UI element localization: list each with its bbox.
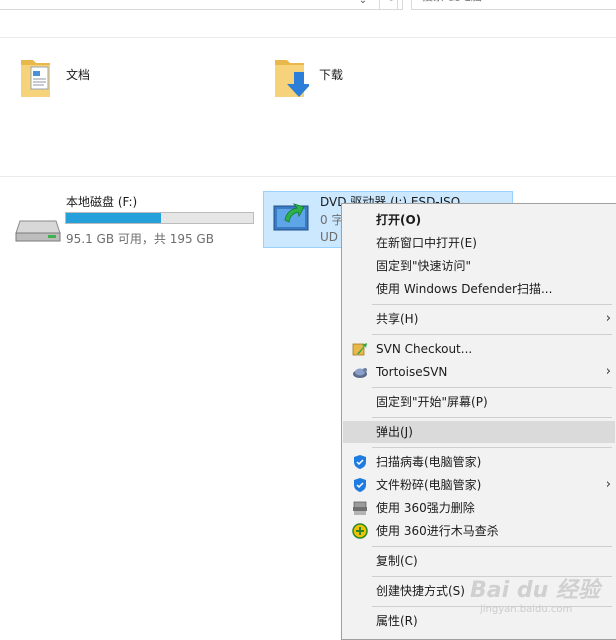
menu-item-label: 弹出(J) xyxy=(376,425,413,439)
menu-separator xyxy=(372,334,612,335)
drive-usage-bar xyxy=(65,212,254,224)
menu-item-pin-start[interactable]: 固定到"开始"屏幕(P) xyxy=(343,391,615,413)
menu-item-label: TortoiseSVN xyxy=(376,365,448,379)
drive-name: 本地磁盘 (F:) xyxy=(66,195,138,209)
menu-item-label: 扫描病毒(电脑管家) xyxy=(376,455,482,469)
menu-separator xyxy=(372,546,612,547)
menu-item-label: SVN Checkout... xyxy=(376,342,473,356)
menu-item-label: 复制(C) xyxy=(376,554,418,568)
menu-item-svn-checkout[interactable]: SVN Checkout... xyxy=(343,338,615,360)
menu-item-tortoisesvn[interactable]: TortoiseSVN › xyxy=(343,361,615,383)
drive-detail: 0 字 xyxy=(320,213,344,227)
baidu-watermark: Bai du 经验 xyxy=(470,578,600,603)
hard-drive-icon xyxy=(15,220,61,242)
menu-item-copy[interactable]: 复制(C) xyxy=(343,550,615,572)
toolbar: ⌄ ↻ 搜索"此电脑" xyxy=(0,0,616,12)
drive-local-f[interactable]: 本地磁盘 (F:) 95.1 GB 可用，共 195 GB xyxy=(14,193,259,248)
downloads-folder-icon xyxy=(275,60,309,97)
chevron-down-icon[interactable]: ⌄ xyxy=(356,0,370,8)
menu-separator xyxy=(372,417,612,418)
folder-documents[interactable]: 文档 xyxy=(18,56,218,106)
baidu-watermark-url: jingyan.baidu.com xyxy=(480,604,573,615)
drive-usage-fill xyxy=(66,213,162,223)
menu-item-label: 共享(H) xyxy=(376,312,419,326)
folder-downloads[interactable]: 下载 xyxy=(273,56,473,106)
address-bar[interactable] xyxy=(0,0,398,10)
menu-item-label: 属性(R) xyxy=(376,614,418,628)
shredder-icon xyxy=(353,501,367,515)
menu-item-360-delete[interactable]: 使用 360强力删除 xyxy=(343,497,615,519)
menu-item-label: 使用 360强力删除 xyxy=(376,501,475,515)
drive-usage-text: 95.1 GB 可用，共 195 GB xyxy=(66,232,214,246)
antivirus-360-icon xyxy=(352,523,368,539)
menu-item-label: 创建快捷方式(S) xyxy=(376,584,465,598)
folder-label: 下载 xyxy=(319,68,344,82)
menu-item-label: 使用 Windows Defender扫描... xyxy=(376,282,553,296)
chevron-right-icon: › xyxy=(605,311,611,326)
menu-separator xyxy=(372,387,612,388)
menu-item-pin-quick-access[interactable]: 固定到"快速访问" xyxy=(343,255,615,277)
menu-item-360-trojan-scan[interactable]: 使用 360进行木马查杀 xyxy=(343,520,615,542)
shield-icon xyxy=(354,478,366,492)
menu-item-file-shred[interactable]: 文件粉碎(电脑管家) › xyxy=(343,474,615,496)
section-divider xyxy=(0,37,616,38)
menu-item-open[interactable]: 打开(O) xyxy=(343,209,615,231)
shield-icon xyxy=(354,455,366,469)
menu-item-properties[interactable]: 属性(R) xyxy=(343,610,615,632)
menu-separator xyxy=(372,447,612,448)
menu-item-share[interactable]: 共享(H) › xyxy=(343,308,615,330)
menu-item-label: 在新窗口中打开(E) xyxy=(376,236,477,250)
menu-item-label: 固定到"快速访问" xyxy=(376,259,472,273)
svn-checkout-icon xyxy=(352,343,367,356)
menu-item-virus-scan[interactable]: 扫描病毒(电脑管家) xyxy=(343,451,615,473)
tortoisesvn-icon xyxy=(353,368,367,378)
menu-item-defender-scan[interactable]: 使用 Windows Defender扫描... xyxy=(343,278,615,300)
menu-item-label: 打开(O) xyxy=(376,213,422,227)
folder-label: 文档 xyxy=(66,68,91,82)
menu-item-label: 使用 360进行木马查杀 xyxy=(376,524,499,538)
search-input[interactable]: 搜索"此电脑" xyxy=(411,0,616,10)
menu-item-label: 固定到"开始"屏幕(P) xyxy=(376,395,488,409)
dvd-drive-icon xyxy=(273,203,309,231)
menu-separator xyxy=(372,304,612,305)
section-divider xyxy=(0,176,616,177)
drive-filesystem: UD xyxy=(320,230,339,244)
chevron-right-icon: › xyxy=(605,477,611,492)
menu-item-open-new-window[interactable]: 在新窗口中打开(E) xyxy=(343,232,615,254)
chevron-right-icon: › xyxy=(605,364,611,379)
menu-item-label: 文件粉碎(电脑管家) xyxy=(376,478,482,492)
documents-folder-icon xyxy=(21,60,50,97)
refresh-button[interactable]: ↻ xyxy=(379,0,403,10)
menu-item-eject[interactable]: 弹出(J) xyxy=(343,421,615,443)
